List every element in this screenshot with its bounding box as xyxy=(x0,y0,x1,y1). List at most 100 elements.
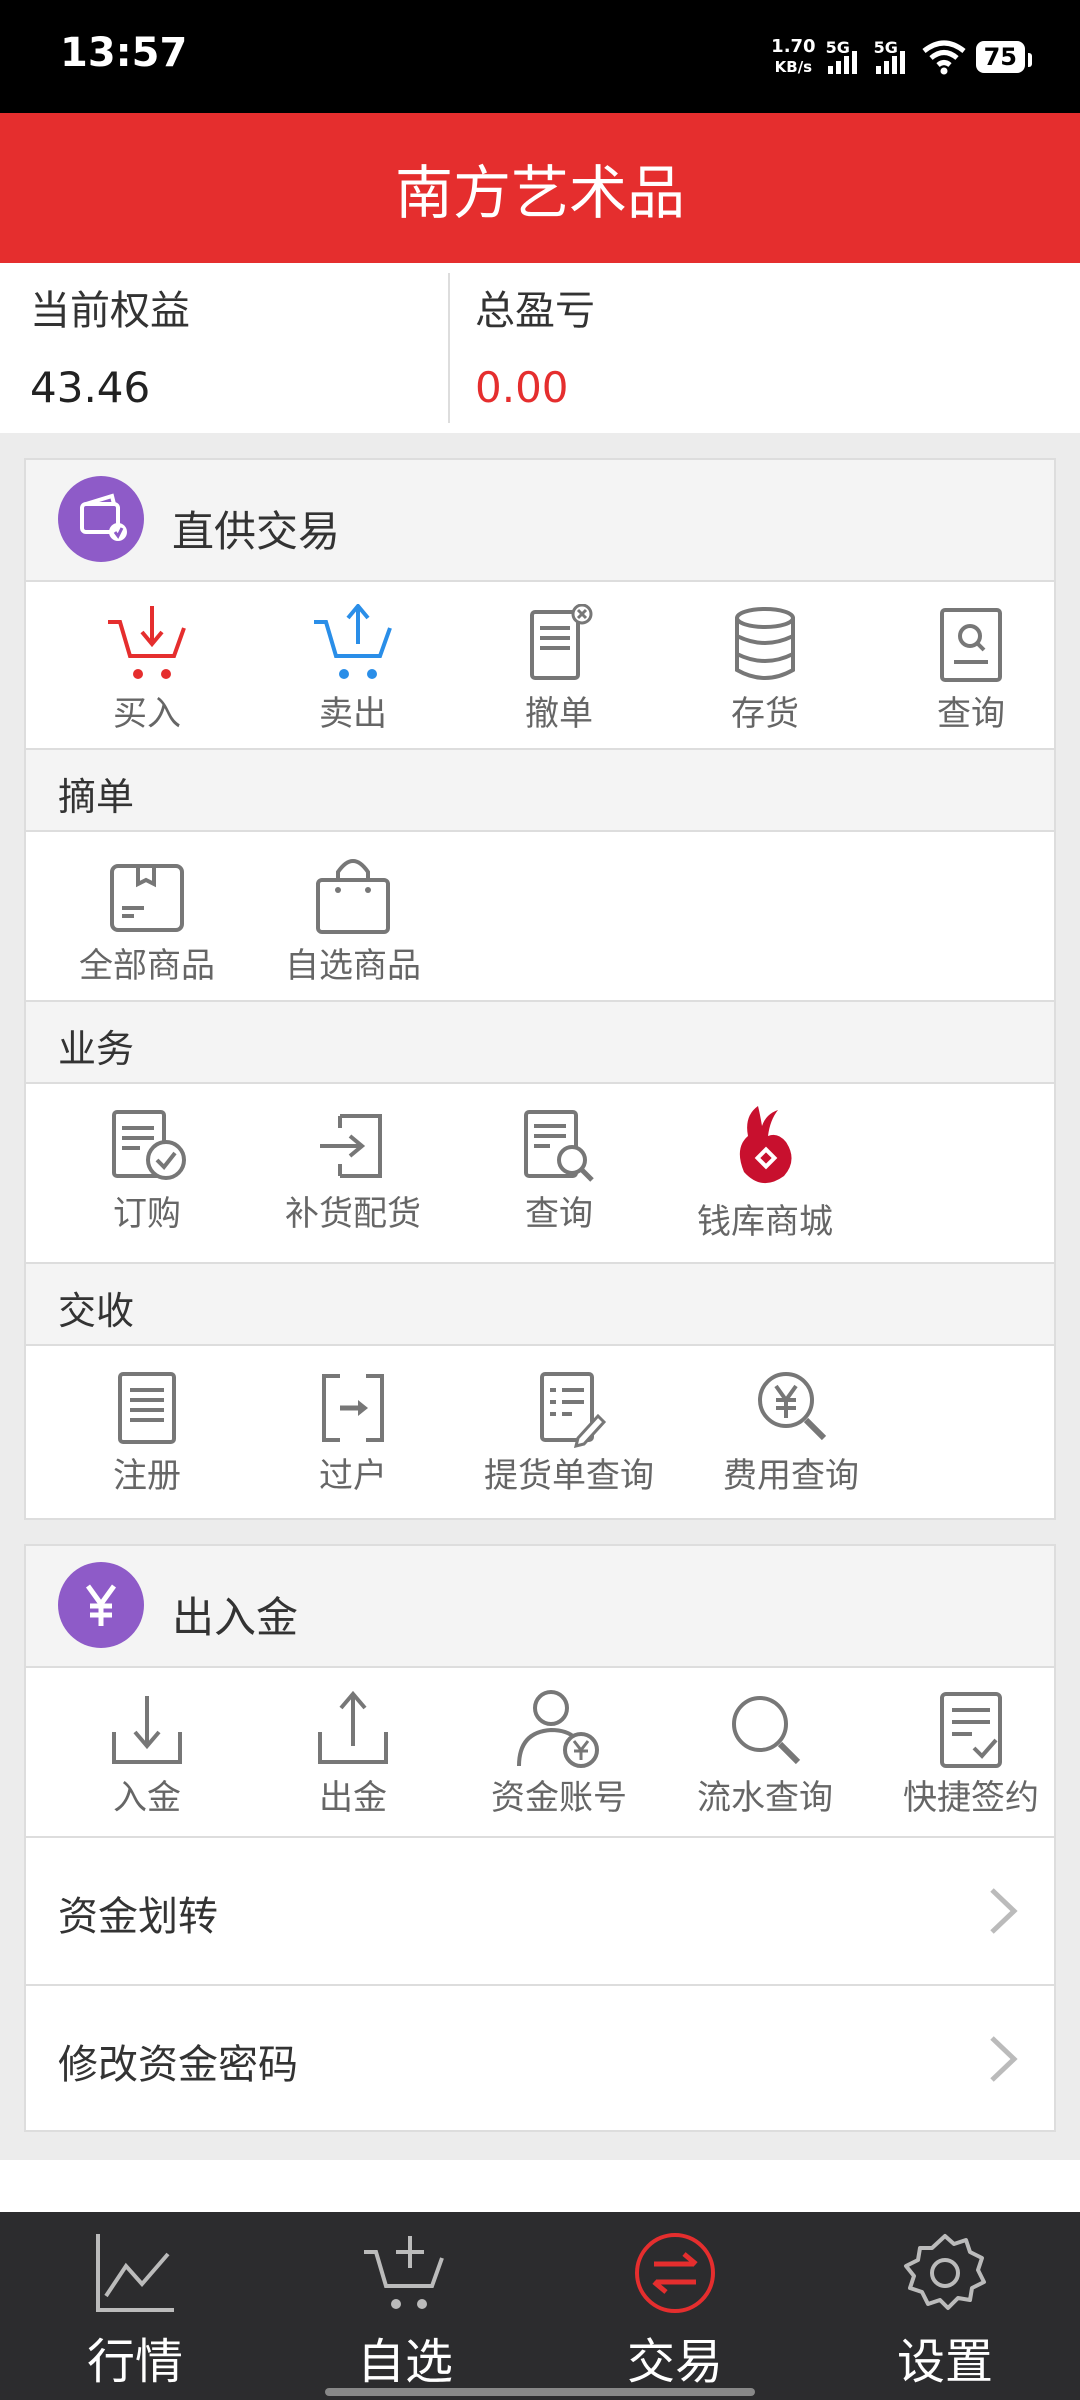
restock-icon xyxy=(320,1114,382,1178)
wallet-icon xyxy=(58,476,144,562)
register-button[interactable]: 注册 xyxy=(44,1368,250,1497)
bill-query-button[interactable]: 提货单查询 xyxy=(466,1368,672,1497)
fund-account-button[interactable]: 资金账号 xyxy=(456,1686,662,1819)
buy-button[interactable]: 买入 xyxy=(44,604,250,735)
equity-value: 43.46 xyxy=(30,363,151,412)
nav-watchlist[interactable]: 自选 xyxy=(270,2212,540,2400)
nav-trade-label: 交易 xyxy=(626,2334,723,2390)
fee-query-button[interactable]: 费用查询 xyxy=(688,1366,894,1497)
fund-transfer-row[interactable]: 资金划转 xyxy=(26,1836,1054,1984)
nav-watchlist-label: 自选 xyxy=(356,2334,453,2390)
register-label: 注册 xyxy=(113,1456,181,1496)
fund-transfer-label: 资金划转 xyxy=(58,1894,218,1940)
chevron-right-icon xyxy=(990,1888,1018,1934)
pick-row: 全部商品 自选商品 xyxy=(26,832,1054,1000)
flow-query-button[interactable]: 流水查询 xyxy=(662,1690,868,1819)
transfer-icon xyxy=(322,1374,384,1442)
exchange-icon xyxy=(635,2233,715,2313)
withdraw-icon xyxy=(318,1690,388,1764)
deposit-label: 入金 xyxy=(113,1778,181,1818)
home-indicator[interactable] xyxy=(325,2388,755,2396)
quick-sign-label: 快捷签约 xyxy=(903,1778,1039,1818)
subscribe-button[interactable]: 订购 xyxy=(44,1106,250,1235)
deposit-icon xyxy=(112,1696,182,1764)
register-doc-icon xyxy=(118,1372,176,1444)
subscribe-label: 订购 xyxy=(113,1194,181,1234)
selected-goods-label: 自选商品 xyxy=(285,946,421,986)
gear-icon xyxy=(904,2234,986,2310)
all-goods-label: 全部商品 xyxy=(79,946,215,986)
transfer-label: 过户 xyxy=(319,1456,387,1496)
box-icon xyxy=(110,864,184,932)
status-indicators: 1.70 KB/s 5G 5G 75 xyxy=(771,32,1033,82)
cancel-order-button[interactable]: 撤单 xyxy=(456,604,662,735)
pick-section-header: 摘单 xyxy=(26,748,1054,832)
delivery-section-title: 交收 xyxy=(58,1289,135,1333)
fund-account-icon xyxy=(517,1690,599,1768)
pnl-label: 总盈亏 xyxy=(475,288,595,334)
page-title: 南方艺术品 xyxy=(394,159,685,227)
order-check-icon xyxy=(112,1110,186,1180)
app-header: 南方艺术品 xyxy=(0,113,1080,263)
signal-icon-2: 5G xyxy=(874,38,912,76)
transfer-button[interactable]: 过户 xyxy=(250,1368,456,1497)
buy-cart-icon xyxy=(108,606,186,679)
flow-search-icon xyxy=(732,1696,801,1765)
network-speed-unit: KB/s xyxy=(774,58,813,76)
all-goods-button[interactable]: 全部商品 xyxy=(44,858,250,987)
funds-header: 出入金 xyxy=(26,1546,1054,1668)
signal-icon: 5G xyxy=(826,38,864,76)
qianku-mall-button[interactable]: 钱库商城 xyxy=(662,1102,868,1243)
funds-panel: 出入金 入金 出金 资金账号 流水查询 快捷签约 资金划转 修改资金密码 xyxy=(24,1544,1056,2132)
cancel-order-label: 撤单 xyxy=(525,694,593,734)
flow-query-label: 流水查询 xyxy=(697,1778,833,1818)
selected-goods-button[interactable]: 自选商品 xyxy=(250,854,456,987)
restock-label: 补货配货 xyxy=(285,1194,421,1234)
cart-add-icon xyxy=(364,2236,444,2309)
network-speed-value: 1.70 xyxy=(771,36,816,57)
nav-market[interactable]: 行情 xyxy=(0,2212,270,2400)
account-summary: 当前权益 43.46 总盈亏 0.00 xyxy=(0,263,1080,433)
bill-edit-icon xyxy=(540,1372,607,1448)
yen-icon xyxy=(58,1562,144,1648)
nav-trade[interactable]: 交易 xyxy=(540,2212,810,2400)
quick-sign-button[interactable]: 快捷签约 xyxy=(868,1690,1074,1819)
network-speed: 1.70 KB/s xyxy=(771,37,815,77)
query-icon xyxy=(940,608,1002,682)
shopping-bag-icon xyxy=(316,859,390,934)
chevron-right-icon xyxy=(990,2036,1018,2082)
nav-settings[interactable]: 设置 xyxy=(810,2212,1080,2400)
business-query-button[interactable]: 查询 xyxy=(456,1106,662,1235)
sell-button[interactable]: 卖出 xyxy=(250,604,456,735)
fee-search-icon xyxy=(758,1372,827,1441)
quick-sign-icon xyxy=(940,1692,1002,1768)
withdraw-button[interactable]: 出金 xyxy=(250,1690,456,1819)
inventory-button[interactable]: 存货 xyxy=(662,604,868,735)
fee-query-label: 费用查询 xyxy=(723,1456,859,1496)
status-time: 13:57 xyxy=(60,30,188,76)
equity-cell: 当前权益 43.46 xyxy=(0,263,448,433)
sell-cart-icon xyxy=(314,604,392,679)
business-row: 订购 补货配货 查询 钱库商城 xyxy=(26,1084,1054,1262)
status-bar: 13:57 1.70 KB/s 5G 5G 75 xyxy=(0,0,1080,113)
nav-market-label: 行情 xyxy=(86,2334,183,2390)
restock-button[interactable]: 补货配货 xyxy=(250,1106,456,1235)
fund-account-label: 资金账号 xyxy=(491,1778,627,1818)
direct-trade-title: 直供交易 xyxy=(172,507,341,556)
battery-icon: 75 xyxy=(975,41,1033,73)
direct-trade-header: 直供交易 xyxy=(26,460,1054,582)
query-button[interactable]: 查询 xyxy=(868,604,1074,735)
deposit-button[interactable]: 入金 xyxy=(44,1690,250,1819)
doc-search-icon xyxy=(524,1110,594,1182)
pnl-cell: 总盈亏 0.00 xyxy=(445,263,1080,433)
qianku-logo-icon xyxy=(739,1106,792,1184)
change-fund-password-row[interactable]: 修改资金密码 xyxy=(26,1984,1054,2132)
wifi-icon xyxy=(922,40,966,75)
inventory-label: 存货 xyxy=(731,694,799,734)
business-section-header: 业务 xyxy=(26,1000,1054,1084)
bottom-spacer xyxy=(0,2160,1080,2212)
delivery-row: 注册 过户 提货单查询 费用查询 xyxy=(26,1346,1054,1514)
trade-actions-row: 买入 卖出 撤单 存货 查询 xyxy=(26,582,1054,748)
withdraw-label: 出金 xyxy=(319,1778,387,1818)
bill-query-label: 提货单查询 xyxy=(484,1456,654,1496)
